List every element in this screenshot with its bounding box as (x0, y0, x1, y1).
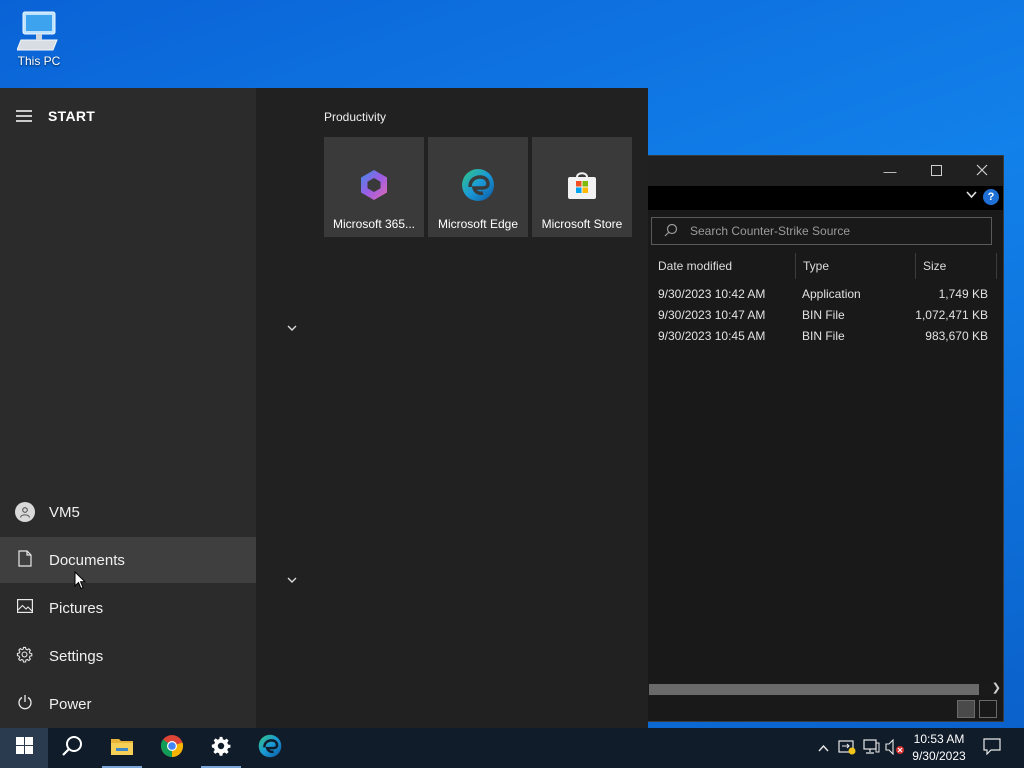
search-placeholder: Search Counter-Strike Source (690, 224, 851, 238)
network-icon (862, 739, 880, 757)
mouse-cursor-icon (74, 570, 87, 595)
gear-icon (16, 646, 33, 667)
search-button[interactable] (48, 728, 96, 768)
tile-microsoft-store[interactable]: Microsoft Store (532, 137, 632, 237)
cell-date: 9/30/2023 10:42 AM (658, 287, 766, 301)
chrome-taskbar-button[interactable] (148, 728, 196, 768)
desktop-icon-label: This PC (17, 54, 61, 68)
table-row[interactable]: 9/30/2023 10:47 AM BIN File 1,072,471 KB (651, 305, 1005, 326)
search-icon (664, 223, 690, 240)
tile-label: Microsoft Edge (437, 217, 519, 231)
clock-time: 10:53 AM (913, 732, 965, 746)
close-icon (976, 164, 988, 179)
edge-icon (258, 734, 282, 763)
tile-microsoft-edge[interactable]: Microsoft Edge (428, 137, 528, 237)
power-label: Power (49, 695, 92, 713)
network-warning-button[interactable] (836, 728, 858, 768)
table-row[interactable]: 9/30/2023 10:45 AM BIN File 983,670 KB (651, 326, 1005, 347)
file-explorer-icon (110, 736, 134, 761)
windows-start-icon (15, 737, 33, 759)
start-menu-sidebar: START VM5 Documents Pictures Settings Po… (0, 88, 256, 728)
file-list: 9/30/2023 10:42 AM Application 1,749 KB … (651, 284, 1005, 347)
power-button[interactable]: Power (0, 681, 256, 727)
close-button[interactable] (959, 156, 1005, 186)
volume-muted-icon (885, 738, 905, 758)
column-headers: Date modified Type Size (651, 253, 1005, 279)
edge-icon (461, 168, 495, 207)
cell-type: Application (802, 287, 861, 301)
cell-type: BIN File (802, 308, 845, 322)
search-icon (61, 735, 83, 762)
cell-date: 9/30/2023 10:45 AM (658, 329, 766, 343)
maximize-icon (930, 164, 942, 179)
column-header-date-modified[interactable]: Date modified (651, 253, 796, 279)
settings-button[interactable]: Settings (0, 633, 256, 679)
tile-label: Microsoft Store (541, 217, 623, 231)
edge-taskbar-button[interactable] (246, 728, 294, 768)
table-row[interactable]: 9/30/2023 10:42 AM Application 1,749 KB (651, 284, 1005, 305)
minimize-button[interactable]: — (867, 156, 913, 186)
collapse-chevron-icon[interactable] (287, 573, 297, 587)
desktop-icon-this-pc[interactable]: This PC (10, 10, 68, 68)
documents-label: Documents (49, 551, 125, 569)
start-button[interactable] (0, 728, 48, 768)
start-title: START (48, 108, 96, 124)
show-hidden-icons-button[interactable] (812, 728, 834, 768)
avatar (14, 502, 35, 522)
settings-label: Settings (49, 647, 104, 665)
clock[interactable]: 10:53 AM 9/30/2023 (904, 731, 974, 765)
document-icon (17, 549, 32, 571)
notification-icon (983, 738, 1001, 758)
cell-size: 983,670 KB (925, 329, 988, 343)
cell-type: BIN File (802, 329, 845, 343)
action-center-button[interactable] (980, 728, 1004, 768)
computer-icon (10, 10, 68, 52)
settings-icon (210, 735, 232, 762)
network-button[interactable] (860, 728, 882, 768)
scrollbar-thumb[interactable] (649, 684, 979, 695)
chrome-icon (160, 734, 184, 763)
tile-group-label[interactable]: Productivity (324, 110, 386, 124)
network-warning-icon (838, 739, 856, 758)
clock-date: 9/30/2023 (912, 749, 966, 763)
user-name: VM5 (49, 503, 80, 521)
microsoft-365-icon (359, 169, 389, 206)
file-explorer-taskbar-button[interactable] (98, 728, 146, 768)
pictures-button[interactable]: Pictures (0, 585, 256, 631)
power-icon (17, 694, 33, 714)
minimize-icon: — (883, 163, 897, 179)
tile-microsoft-365[interactable]: Microsoft 365... (324, 137, 424, 237)
pictures-icon (16, 599, 33, 617)
help-icon[interactable]: ? (983, 189, 999, 205)
settings-taskbar-button[interactable] (197, 728, 245, 768)
start-menu: START VM5 Documents Pictures Settings Po… (0, 88, 648, 728)
start-header[interactable]: START (0, 102, 256, 130)
cell-size: 1,749 KB (938, 287, 988, 301)
cell-date: 9/30/2023 10:47 AM (658, 308, 766, 322)
search-input[interactable]: Search Counter-Strike Source (651, 217, 992, 245)
pictures-label: Pictures (49, 599, 104, 617)
large-icons-view-button[interactable] (979, 700, 997, 718)
taskbar: 10:53 AM 9/30/2023 (0, 728, 1024, 768)
volume-button[interactable] (884, 728, 906, 768)
chevron-up-icon (817, 741, 829, 755)
cell-size: 1,072,471 KB (915, 308, 988, 322)
tile-label: Microsoft 365... (332, 217, 416, 231)
column-header-size[interactable]: Size (916, 253, 997, 279)
documents-button[interactable]: Documents (0, 537, 256, 583)
maximize-button[interactable] (913, 156, 959, 186)
store-icon (566, 169, 598, 206)
hamburger-menu-icon[interactable] (0, 110, 48, 122)
expand-ribbon-icon[interactable] (966, 190, 977, 202)
user-account-button[interactable]: VM5 (0, 489, 256, 535)
column-header-type[interactable]: Type (796, 253, 916, 279)
collapse-chevron-icon[interactable] (287, 321, 297, 335)
scroll-right-icon[interactable]: ❯ (992, 681, 1001, 694)
details-view-button[interactable] (957, 700, 975, 718)
